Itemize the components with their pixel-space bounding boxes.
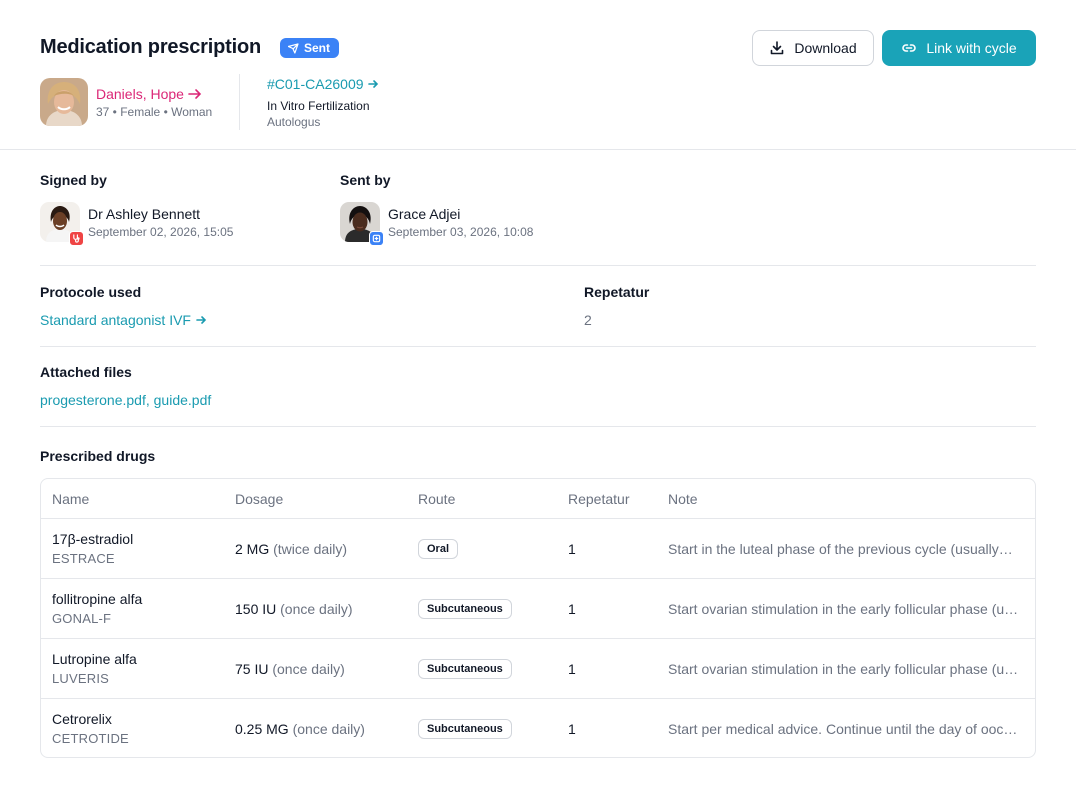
drug-name: follitropine alfa (52, 591, 143, 607)
drug-dosage: 0.25 MG (once daily) (235, 721, 365, 737)
drug-name: 17β-estradiol (52, 531, 134, 547)
drug-brand: GONAL-F (52, 611, 112, 626)
cycle-type: In Vitro Fertilization (267, 99, 370, 113)
dose-frequency: (once daily) (272, 661, 345, 677)
download-button-label: Download (794, 40, 857, 56)
paper-plane-icon (288, 42, 299, 54)
column-header-route: Route (418, 491, 456, 507)
link-with-cycle-label: Link with cycle (926, 40, 1017, 56)
signer-avatar[interactable] (40, 202, 84, 246)
dose-frequency: (twice daily) (273, 541, 348, 557)
drug-dosage: 150 IU (once daily) (235, 601, 353, 617)
status-badge-label: Sent (304, 41, 331, 55)
column-header-repetatur: Repetatur (568, 491, 630, 507)
attached-files-link[interactable]: progesterone.pdf, guide.pdf (40, 392, 211, 408)
table-row[interactable]: 17β-estradiol ESTRACE 2 MG (twice daily)… (41, 519, 1035, 579)
arrow-right-icon (196, 316, 207, 324)
stethoscope-icon (69, 231, 84, 246)
dose-amount: 75 IU (235, 661, 269, 677)
page-title: Medication prescription (40, 36, 261, 58)
drug-note: Start ovarian stimulation in the early f… (668, 601, 1019, 617)
drug-repetatur: 1 (568, 601, 576, 617)
signed-date: September 02, 2026, 15:05 (88, 225, 234, 239)
link-with-cycle-button[interactable]: Link with cycle (882, 30, 1036, 66)
dose-frequency: (once daily) (280, 601, 353, 617)
drug-brand: ESTRACE (52, 551, 115, 566)
signer-name: Dr Ashley Bennett (88, 206, 201, 222)
dose-amount: 0.25 MG (235, 721, 289, 737)
sender-avatar[interactable] (340, 202, 384, 246)
patient-name: Daniels, Hope (96, 86, 184, 102)
drug-note: Start in the luteal phase of the previou… (668, 541, 1013, 557)
column-header-note: Note (668, 491, 698, 507)
link-icon (902, 44, 917, 52)
download-button[interactable]: Download (752, 30, 874, 66)
route-badge: Subcutaneous (418, 599, 512, 619)
patient-meta: 37 • Female • Woman (96, 105, 213, 119)
status-badge: Sent (280, 38, 340, 58)
cycle-id-link[interactable]: #C01-CA26009 (267, 76, 379, 92)
table-header: Name Dosage Route Repetatur Note (41, 479, 1035, 519)
drug-brand: LUVERIS (52, 671, 110, 686)
protocol-value: Standard antagonist IVF (40, 312, 191, 328)
dose-amount: 150 IU (235, 601, 277, 617)
sent-by-label: Sent by (340, 172, 391, 188)
attached-files-label: Attached files (40, 364, 132, 380)
drug-dosage: 75 IU (once daily) (235, 661, 345, 677)
route-badge: Subcutaneous (418, 659, 512, 679)
arrow-right-icon (188, 89, 202, 99)
drug-dosage: 2 MG (twice daily) (235, 541, 347, 557)
section-divider (40, 426, 1036, 427)
protocol-label: Protocole used (40, 284, 142, 300)
repetatur-value: 2 (584, 312, 592, 328)
download-icon (771, 41, 784, 55)
cycle-id: #C01-CA26009 (267, 76, 364, 92)
drug-note: Start ovarian stimulation in the early f… (668, 661, 1019, 677)
drugs-table: Name Dosage Route Repetatur Note 17β-est… (40, 478, 1036, 758)
drug-note: Start per medical advice. Continue until… (668, 721, 1018, 737)
drug-name: Cetrorelix (52, 711, 112, 727)
dose-frequency: (once daily) (292, 721, 365, 737)
sender-name: Grace Adjei (388, 206, 461, 222)
column-header-dosage: Dosage (235, 491, 284, 507)
section-divider (40, 346, 1036, 347)
column-header-name: Name (52, 491, 90, 507)
medical-cross-icon (369, 231, 384, 246)
cycle-subtype: Autologus (267, 115, 321, 129)
drug-brand: CETROTIDE (52, 731, 129, 746)
drug-repetatur: 1 (568, 661, 576, 677)
prescribed-drugs-label: Prescribed drugs (40, 448, 156, 464)
protocol-link[interactable]: Standard antagonist IVF (40, 312, 207, 328)
route-badge: Subcutaneous (418, 719, 512, 739)
drug-name: Lutropine alfa (52, 651, 137, 667)
dose-amount: 2 MG (235, 541, 270, 557)
table-row[interactable]: Cetrorelix CETROTIDE 0.25 MG (once daily… (41, 699, 1035, 757)
header-divider (239, 74, 240, 130)
drug-repetatur: 1 (568, 721, 576, 737)
page-header: Medication prescription Sent Download Li… (0, 0, 1076, 150)
patient-avatar[interactable] (40, 78, 88, 126)
signed-by-label: Signed by (40, 172, 107, 188)
sent-date: September 03, 2026, 10:08 (388, 225, 534, 239)
arrow-right-icon (367, 80, 378, 88)
patient-name-link[interactable]: Daniels, Hope (96, 86, 202, 102)
route-badge: Oral (418, 539, 459, 559)
drug-repetatur: 1 (568, 541, 576, 557)
table-row[interactable]: follitropine alfa GONAL-F 150 IU (once d… (41, 579, 1035, 639)
table-row[interactable]: Lutropine alfa LUVERIS 75 IU (once daily… (41, 639, 1035, 699)
section-divider (40, 265, 1036, 266)
repetatur-label: Repetatur (584, 284, 650, 300)
